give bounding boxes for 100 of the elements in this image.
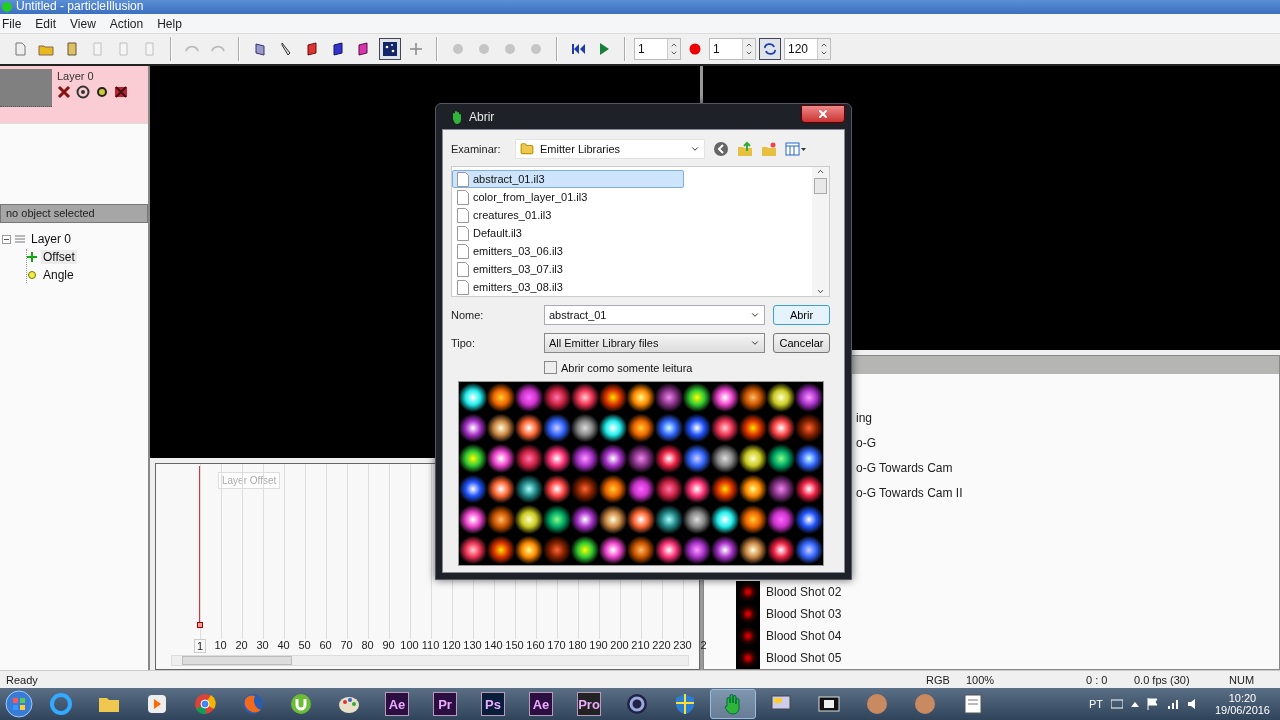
ruler-label: 140 — [483, 639, 504, 653]
ruler-label: 150 — [504, 639, 525, 653]
emitter-name[interactable]: ing — [856, 411, 1279, 428]
status-message: Ready — [5, 673, 39, 686]
ruler-label: 190 — [588, 639, 609, 653]
scroll-up-icon[interactable] — [816, 167, 825, 176]
emitter-thumbnail — [736, 581, 760, 603]
emitter-name[interactable]: o-G Towards Cam — [856, 461, 1279, 478]
frame-spinner[interactable]: 1 — [709, 38, 756, 60]
menu-item[interactable]: Action — [107, 16, 152, 31]
library-entry[interactable]: color_from_layer_01.il3 — [452, 188, 684, 206]
emitter-name[interactable]: Blood Shot 03 — [766, 607, 842, 621]
undo-icon — [185, 45, 199, 53]
scroll-thumb[interactable] — [182, 656, 292, 665]
field-label: Tipo: — [451, 337, 477, 349]
cancel-button[interactable]: Cancelar — [773, 333, 830, 353]
rewind-icon — [570, 41, 586, 57]
library-entry[interactable]: emitters_03_08.il3 — [452, 278, 684, 296]
new-folder-icon[interactable] — [761, 141, 777, 157]
ruler-label: 180 — [567, 639, 588, 653]
taskbar-app[interactable]: Pr — [422, 689, 468, 719]
scroll-thumb[interactable] — [814, 178, 827, 194]
layer-thumbnail — [0, 69, 52, 107]
library-entry[interactable]: creatures_01.il3 — [452, 206, 684, 224]
tree-item[interactable]: Offset — [41, 250, 77, 264]
library-entry[interactable]: emitters_03_07.il3 — [452, 260, 684, 278]
toolbar-button[interactable] — [759, 38, 781, 60]
down-icon — [820, 49, 828, 57]
open-button[interactable]: Abrir — [773, 305, 830, 325]
folder-dropdown[interactable]: Emitter Libraries — [515, 139, 705, 159]
taskbar-app[interactable]: Pro — [566, 689, 612, 719]
emitter-name[interactable]: Blood Shot 02 — [766, 585, 842, 599]
signal-icon[interactable] — [1166, 698, 1179, 710]
menu-item[interactable]: View — [68, 16, 104, 31]
taskbar-app[interactable]: Ae — [374, 689, 420, 719]
cross-icon — [114, 85, 128, 99]
app-icon — [2, 2, 12, 12]
frame-spinner[interactable]: 120 — [784, 38, 831, 60]
up-icon — [745, 41, 753, 49]
language-indicator[interactable]: PT — [1088, 698, 1103, 710]
start-button[interactable] — [2, 689, 36, 719]
clock[interactable]: 10:20 19/06/2016 — [1214, 692, 1270, 716]
toolbar-button[interactable] — [379, 38, 401, 60]
close-button[interactable] — [801, 104, 845, 123]
tree-item[interactable]: Layer 0 — [29, 232, 74, 246]
menu-item[interactable]: Help — [155, 16, 190, 31]
window-title: Untitled - particleIllusion — [16, 0, 144, 12]
media-icon — [145, 692, 169, 716]
close-icon — [817, 107, 829, 120]
layer-icon — [15, 235, 25, 243]
layer-icon — [252, 41, 268, 57]
ruler-label: 160 — [525, 639, 546, 653]
library-entry[interactable]: abstract_01.il3 — [452, 170, 684, 188]
ruler-label: 100 — [399, 639, 420, 653]
scrollbar[interactable] — [812, 167, 829, 296]
taskbar-app[interactable]: Ae — [518, 689, 564, 719]
color-mode: RGB — [925, 673, 951, 686]
taskbar-app[interactable]: Ps — [470, 689, 516, 719]
crosshair-icon — [408, 41, 424, 57]
filename-field[interactable]: abstract_01 — [544, 305, 765, 325]
emitter-name[interactable]: o-G Towards Cam II — [856, 486, 1279, 503]
caret-icon[interactable] — [1130, 701, 1139, 707]
emitter-name[interactable]: o-G — [856, 436, 1279, 453]
redo-icon — [211, 45, 225, 53]
flag-icon[interactable] — [1146, 698, 1159, 710]
loop-icon — [762, 41, 778, 57]
frame-spinner[interactable]: 1 — [634, 38, 681, 60]
library-entry[interactable]: Default.il3 — [452, 224, 684, 242]
view-menu-icon[interactable] — [785, 141, 807, 157]
emitter-icon — [304, 41, 320, 57]
menu-item[interactable]: Edit — [33, 16, 65, 31]
layer-card[interactable]: Layer 0 — [0, 66, 148, 124]
read-only-checkbox[interactable] — [544, 361, 557, 374]
back-icon[interactable] — [713, 141, 729, 157]
file-icon — [457, 225, 469, 241]
scrollbar[interactable] — [171, 655, 689, 666]
browser-icon — [193, 692, 217, 716]
dialog-title: Abrir — [469, 109, 495, 124]
menu-item[interactable]: File — [0, 16, 30, 31]
playhead-marker[interactable] — [197, 622, 203, 628]
cross-icon — [57, 85, 71, 99]
ruler-label: 50 — [297, 639, 312, 653]
keyboard-icon[interactable] — [1110, 699, 1123, 709]
ruler-label: 80 — [360, 639, 375, 653]
file-type-dropdown[interactable]: All Emitter Library files — [544, 333, 765, 353]
ruler-label: 40 — [276, 639, 291, 653]
up-icon — [820, 41, 828, 49]
collapse-icon[interactable] — [2, 234, 11, 244]
track-label: Layer Offset — [218, 472, 281, 489]
library-entry[interactable]: emitters_03_06.il3 — [452, 242, 684, 260]
up-icon — [670, 41, 678, 49]
ruler-label: 1 — [194, 639, 206, 653]
tree-item[interactable]: Angle — [41, 268, 76, 282]
down-icon — [745, 49, 753, 57]
angle-icon — [27, 270, 37, 280]
emitter-name[interactable]: Blood Shot 05 — [766, 651, 842, 665]
ruler-label: 220 — [651, 639, 672, 653]
scroll-down-icon[interactable] — [816, 287, 825, 296]
up-folder-icon[interactable] — [737, 141, 753, 157]
emitter-name[interactable]: Blood Shot 04 — [766, 629, 842, 643]
